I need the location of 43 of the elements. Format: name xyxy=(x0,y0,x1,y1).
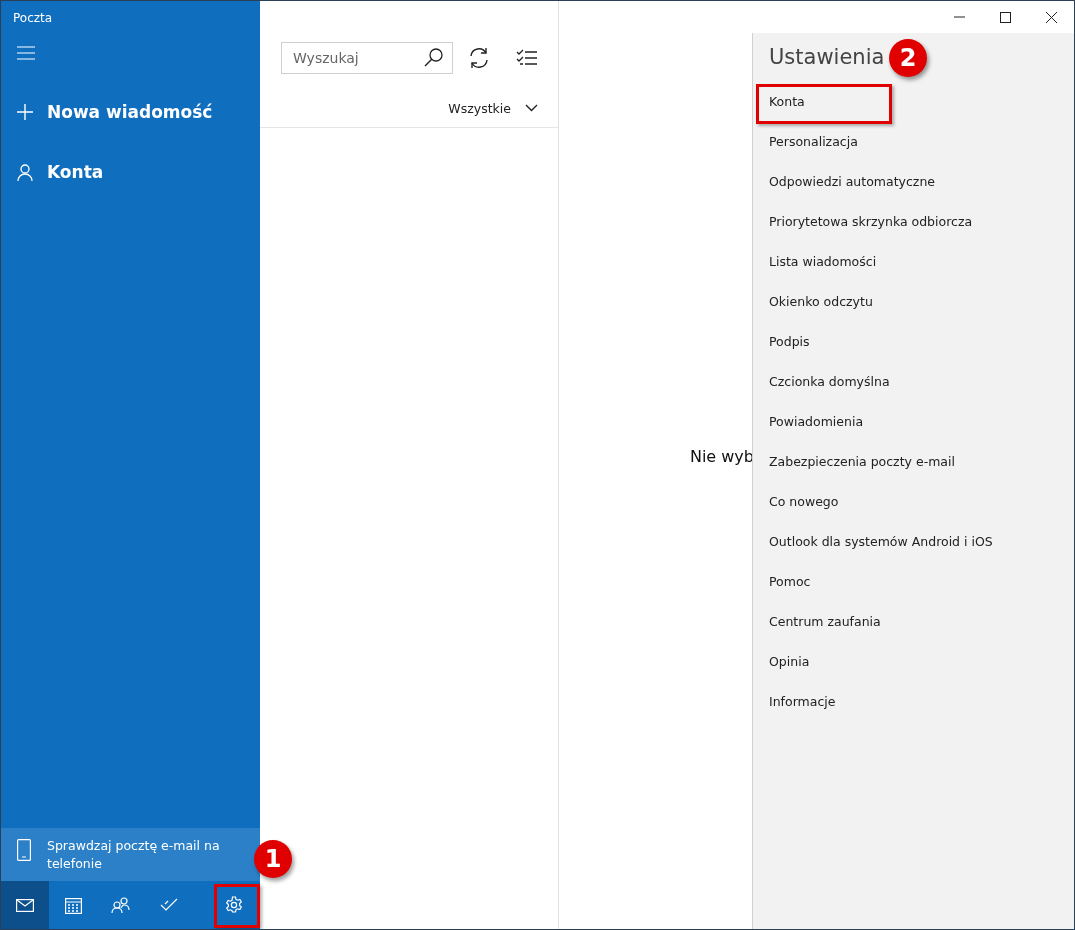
settings-menu-item[interactable]: Informacje xyxy=(769,693,836,709)
settings-menu-item[interactable]: Powiadomienia xyxy=(769,413,864,429)
plus-icon xyxy=(17,104,33,120)
settings-menu-item[interactable]: Personalizacja xyxy=(769,133,858,149)
settings-menu-item[interactable]: Outlook dla systemów Android i iOS xyxy=(769,533,993,549)
highlight-frame xyxy=(214,884,260,928)
minimize-icon xyxy=(953,16,965,18)
promo-text: Sprawdzaj pocztę e-mail na telefonie xyxy=(47,837,221,872)
person-icon xyxy=(17,163,33,181)
settings-title: Ustawienia xyxy=(769,45,885,69)
settings-menu-item[interactable]: Centrum zaufania xyxy=(769,613,881,629)
settings-menu-item[interactable]: Pomoc xyxy=(769,573,811,589)
people-icon xyxy=(111,897,131,913)
window-title: Poczta xyxy=(13,11,53,25)
step-number-badge: 1 xyxy=(254,840,292,878)
settings-menu-item[interactable]: Odpowiedzi automatyczne xyxy=(769,173,935,189)
mail-icon xyxy=(16,898,34,912)
settings-menu-item[interactable]: Okienko odczytu xyxy=(769,293,873,309)
settings-menu-item[interactable]: Priorytetowa skrzynka odbiorcza xyxy=(769,213,973,229)
settings-icon xyxy=(225,896,243,914)
check-icon xyxy=(160,898,178,912)
settings-menu-item[interactable]: Podpis xyxy=(769,333,810,349)
mail-nav-button[interactable] xyxy=(1,881,49,929)
empty-pane-message: Nie wyb xyxy=(689,446,754,466)
settings-menu-item[interactable]: Czcionka domyślna xyxy=(769,373,890,389)
chevron-down-icon xyxy=(525,104,538,112)
filter-dropdown[interactable]: Wszystkie xyxy=(448,93,538,123)
settings-menu-item[interactable]: Zabezpieczenia poczty e-mail xyxy=(769,453,955,469)
close-icon xyxy=(1045,11,1057,23)
accounts-link[interactable]: Konta xyxy=(47,162,104,182)
settings-menu-item[interactable]: Konta xyxy=(769,93,805,109)
settings-menu-item[interactable]: Opinia xyxy=(769,653,810,669)
search-field[interactable]: Wyszukaj xyxy=(281,41,453,74)
settings-menu-item[interactable]: Lista wiadomości xyxy=(769,253,877,269)
phone-promo-banner[interactable]: Sprawdzaj pocztę e-mail na telefonie xyxy=(1,828,260,881)
search-icon xyxy=(424,47,443,67)
sync-icon[interactable] xyxy=(468,46,490,69)
menu-icon[interactable] xyxy=(17,46,35,60)
new-message-link[interactable]: Nowa wiadomość xyxy=(47,102,213,122)
maximize-icon xyxy=(999,11,1011,23)
settings-menu-item[interactable]: Co nowego xyxy=(769,493,839,509)
phone-icon xyxy=(17,839,31,861)
calendar-icon xyxy=(64,896,82,914)
